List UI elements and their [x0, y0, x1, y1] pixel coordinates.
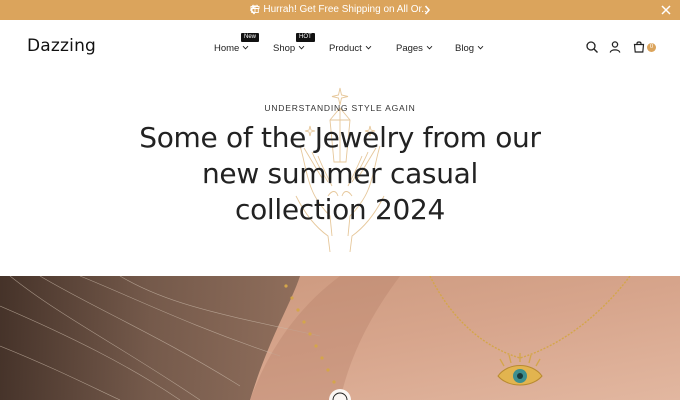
cart-icon	[633, 41, 645, 53]
chevron-down-icon	[243, 45, 249, 50]
nav-item-label: Product	[329, 43, 362, 54]
nav-item-product[interactable]: Product	[329, 42, 372, 56]
hero-headline-line: new summer casual	[201, 157, 479, 190]
announcement-close-button[interactable]	[658, 2, 674, 18]
chevron-down-icon	[477, 45, 484, 50]
cart-button[interactable]	[632, 40, 646, 54]
announcement-next-button[interactable]	[420, 2, 434, 18]
chevron-right-icon	[424, 5, 431, 15]
cart-count-badge: 0	[647, 43, 656, 52]
nav-item-label: Shop	[273, 43, 296, 54]
nav-item-label: Pages	[396, 43, 423, 54]
announcement-message[interactable]: Hurrah! Get Free Shipping on All Or...	[0, 0, 680, 20]
hero-eyebrow: UNDERSTANDING STYLE AGAIN	[264, 103, 416, 113]
gift-icon	[250, 4, 260, 13]
nav-item-label: Blog	[455, 43, 475, 54]
search-icon	[586, 41, 598, 53]
nav-item-pages[interactable]: Pages	[396, 42, 433, 56]
main-nav: Home Shop Product Pages Blog	[0, 42, 680, 56]
user-icon	[609, 41, 621, 53]
hot-badge: HOT	[296, 33, 315, 42]
announcement-text: Hurrah! Get Free Shipping on All Or...	[263, 4, 430, 15]
hero-headline-line: collection 2024	[235, 193, 445, 226]
hero-headline-line: Some of the Jewelry from our	[139, 121, 541, 154]
new-badge: New	[241, 33, 260, 42]
hero-headline: Some of the Jewelry from our new summer …	[90, 120, 590, 228]
nav-item-label: Home	[214, 43, 240, 54]
close-icon	[661, 5, 671, 15]
nav-item-home[interactable]: Home	[214, 42, 249, 56]
search-button[interactable]	[585, 40, 599, 54]
announcement-bar: Hurrah! Get Free Shipping on All Or...	[0, 0, 680, 20]
chevron-down-icon	[426, 45, 433, 50]
account-button[interactable]	[608, 40, 622, 54]
chevron-down-icon	[365, 45, 372, 50]
model-necklace-photo	[0, 276, 680, 400]
chevron-down-icon	[298, 45, 305, 50]
nav-item-blog[interactable]: Blog	[455, 42, 484, 56]
nav-item-shop[interactable]: Shop	[273, 42, 305, 56]
site-header: Dazzing Home Shop Product Pages Blog New…	[0, 20, 680, 76]
hero-section: UNDERSTANDING STYLE AGAIN Some of the Je…	[0, 76, 680, 276]
jewelry-photo-banner	[0, 276, 680, 400]
